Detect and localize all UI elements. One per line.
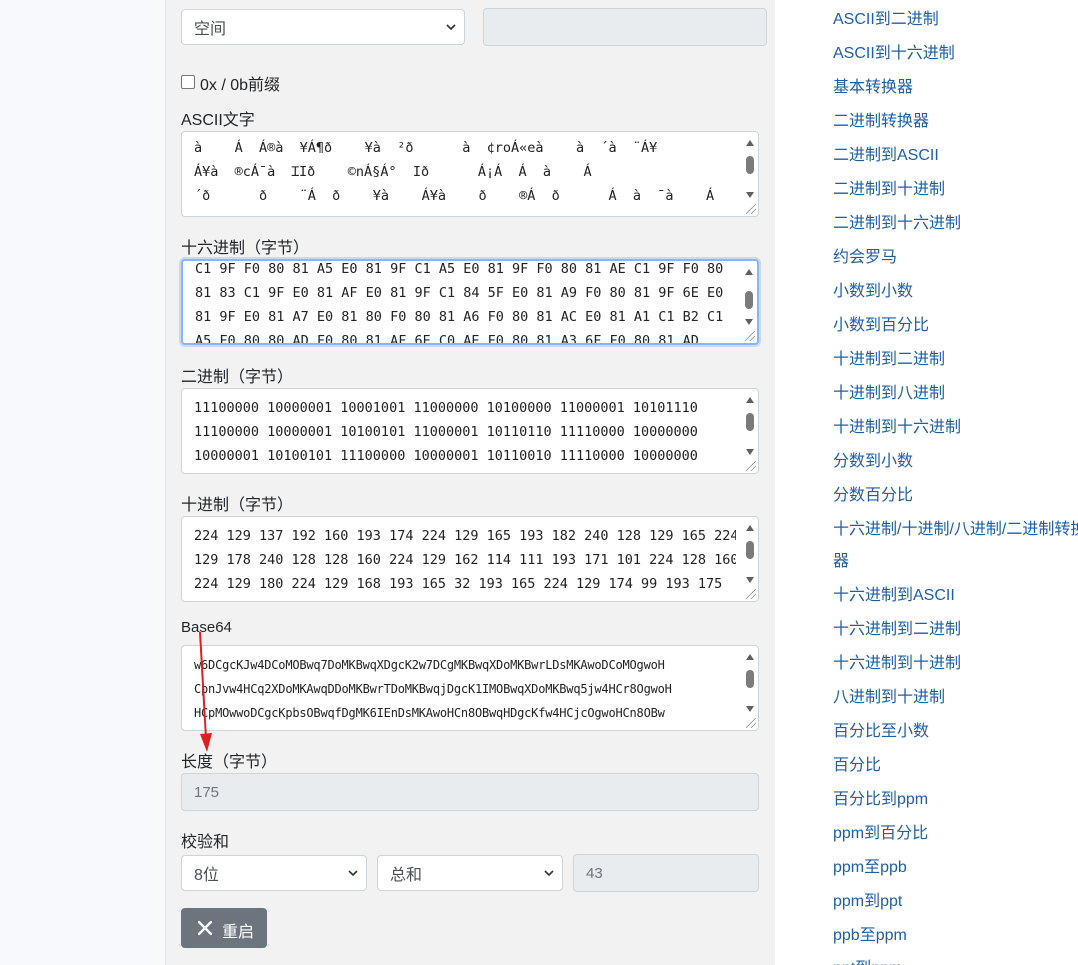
sidebar-link[interactable]: 小数到百分比 [833, 311, 929, 335]
delimiter-display [483, 8, 767, 46]
sidebar-link[interactable]: 十六进制到十进制 [833, 649, 961, 673]
resize-grip-icon[interactable] [745, 331, 755, 341]
sidebar-link[interactable]: 八进制到十进制 [833, 683, 945, 707]
sidebar-link[interactable]: ASCII到十六进制 [833, 39, 955, 63]
checksum-bits-select[interactable]: 8位 [181, 855, 367, 891]
base64-textarea[interactable]: w6DCgcKJw4DCoMOBwq7DoMKBwqXDgcK2w7DCgMKB… [181, 645, 759, 731]
close-icon [197, 920, 213, 936]
sidebar-link[interactable]: 十进制到八进制 [833, 379, 945, 403]
ascii-text: à Á Á®à ¥Á¶ð ¥à ²ð à ¢roÁ«eà à ´à ¨Á¥ Á¥à… [194, 140, 715, 204]
prefix-checkbox[interactable] [181, 75, 195, 89]
scrollbar[interactable] [744, 393, 756, 469]
scrollbar[interactable] [744, 650, 756, 726]
sidebar-link[interactable]: 约会罗马 [833, 243, 897, 267]
ascii-textarea[interactable]: à Á Á®à ¥Á¶ð ¥à ²ð à ¢roÁ«eà à ´à ¨Á¥ Á¥à… [181, 131, 759, 217]
scrollbar[interactable] [743, 265, 755, 339]
hex-textarea[interactable]: C1 9F F0 80 81 A5 E0 81 9F C1 A5 E0 81 9… [181, 259, 759, 345]
binary-text: 11100000 10000001 10001001 11000000 1010… [194, 400, 698, 464]
binary-textarea[interactable]: 11100000 10000001 10001001 11000000 1010… [181, 388, 759, 474]
chevron-down-icon [348, 870, 358, 877]
sidebar-link[interactable]: 十六进制到ASCII [833, 581, 955, 605]
checksum-type-select[interactable]: 总和 [377, 855, 563, 891]
resize-grip-icon[interactable] [746, 461, 756, 471]
sidebar-link[interactable]: 二进制到十进制 [833, 175, 945, 199]
chevron-down-icon [446, 24, 456, 31]
sidebar-link[interactable]: 二进制到十六进制 [833, 209, 961, 233]
sidebar-link[interactable]: ppm到百分比 [833, 819, 928, 843]
space-select[interactable]: 空间 [181, 9, 465, 45]
decimal-label: 十进制（字节） [181, 497, 294, 514]
hex-label: 十六进制（字节） [181, 240, 310, 257]
sidebar-link[interactable]: 十进制到二进制 [833, 345, 945, 369]
sidebar-link[interactable]: 百分比至小数 [833, 717, 929, 741]
sidebar-link[interactable]: 十六进制到二进制 [833, 615, 961, 639]
sidebar: ASCII到二进制 ASCII到十六进制 基本转换器 二进制转换器 二进制到AS… [775, 0, 1078, 965]
sidebar-link[interactable]: ppb至ppm [833, 921, 907, 945]
resize-grip-icon[interactable] [746, 718, 756, 728]
sidebar-link[interactable]: 分数百分比 [833, 481, 913, 505]
scrollbar[interactable] [744, 521, 756, 597]
prefix-label: 0x / 0b前缀 [200, 77, 281, 94]
checksum-value: 43 [586, 864, 603, 882]
resize-grip-icon[interactable] [746, 204, 756, 214]
chevron-down-icon [544, 870, 554, 877]
sidebar-link[interactable]: 分数到小数 [833, 447, 913, 471]
scrollbar[interactable] [744, 136, 756, 212]
checksum-type-value: 总和 [390, 867, 423, 884]
checksum-result: 43 [573, 854, 759, 892]
sidebar-link[interactable]: ppm至ppb [833, 853, 907, 877]
reset-button[interactable]: 重启 [181, 908, 267, 948]
reset-label: 重启 [222, 924, 255, 941]
sidebar-link[interactable]: 器 [833, 547, 849, 571]
length-field: 175 [181, 773, 759, 811]
sidebar-link[interactable]: 百分比 [833, 751, 881, 775]
sidebar-link[interactable]: ASCII到二进制 [833, 5, 939, 29]
annotation-arrow-icon [199, 631, 212, 752]
checksum-label: 校验和 [181, 834, 230, 851]
sidebar-link[interactable]: 十六进制/十进制/八进制/二进制转换 [833, 515, 1078, 539]
checksum-bits-value: 8位 [194, 867, 219, 884]
sidebar-link[interactable]: ppm到ppt [833, 887, 902, 911]
space-select-value: 空间 [194, 21, 227, 38]
sidebar-link[interactable]: 百分比到ppm [833, 785, 928, 809]
length-label: 长度（字节） [181, 754, 278, 771]
sidebar-link[interactable]: 十进制到十六进制 [833, 413, 961, 437]
binary-label: 二进制（字节） [181, 369, 294, 386]
sidebar-link[interactable]: ppt到ppm [833, 954, 902, 965]
decimal-text: 224 129 137 192 160 193 174 224 129 165 … [194, 528, 736, 592]
ascii-label: ASCII文字 [181, 112, 255, 129]
base64-text: w6DCgcKJw4DCoMOBwq7DoMKBwqXDgcK2w7DCgMKB… [194, 658, 672, 720]
hex-text: C1 9F F0 80 81 A5 E0 81 9F C1 A5 E0 81 9… [195, 261, 724, 345]
length-value: 175 [194, 783, 220, 801]
decimal-textarea[interactable]: 224 129 137 192 160 193 174 224 129 165 … [181, 516, 759, 602]
resize-grip-icon[interactable] [746, 589, 756, 599]
sidebar-link[interactable]: 二进制到ASCII [833, 141, 939, 165]
sidebar-link[interactable]: 小数到小数 [833, 277, 913, 301]
sidebar-link[interactable]: 二进制转换器 [833, 107, 929, 131]
left-gutter [0, 0, 150, 965]
sidebar-link[interactable]: 基本转换器 [833, 73, 913, 97]
